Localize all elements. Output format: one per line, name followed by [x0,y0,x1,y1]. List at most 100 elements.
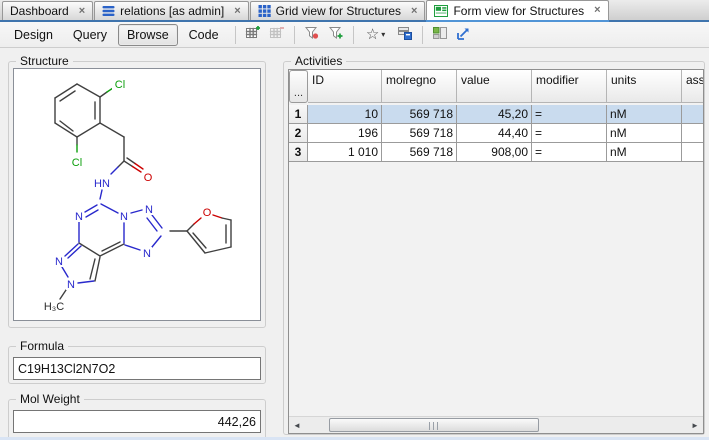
table-cell[interactable]: 569 718 [382,105,457,124]
atom-label: N [67,279,75,291]
close-icon[interactable]: × [234,6,240,17]
column-header-modifier[interactable]: modifier [532,70,607,103]
atom-label: N [55,256,63,268]
form-icon [434,5,448,17]
activities-panel-title: Activities [291,54,346,68]
row-number[interactable]: 1 [289,105,308,124]
tab-relations-as-admin-[interactable]: relations [as admin] × [94,1,249,20]
tab-grid-view-for-structures[interactable]: Grid view for Structures × [250,1,426,20]
column-header-units[interactable]: units [607,70,682,103]
toolbar-separator [235,26,236,44]
molweight-field[interactable] [13,410,261,433]
table-cell[interactable]: = [532,124,607,143]
formula-panel-title: Formula [16,339,68,353]
design-mode-button[interactable]: Design [5,24,62,46]
structure-panel: Structure [8,61,266,328]
horizontal-scrollbar[interactable]: ◄ ► [289,416,703,433]
structure-panel-title: Structure [16,54,73,68]
table-cell[interactable]: 196 [308,124,382,143]
table-cell[interactable] [682,105,703,124]
row-number[interactable]: 2 [289,124,308,143]
close-icon[interactable]: × [411,6,417,17]
scroll-left-arrow-icon[interactable]: ◄ [289,417,305,433]
table-cell[interactable]: nM [607,143,682,162]
column-header-ID[interactable]: ID [308,70,382,103]
app-window: Dashboard×relations [as admin]×Grid view… [0,0,709,440]
toolbar-separator [353,26,354,44]
scroll-right-arrow-icon[interactable]: ► [687,417,703,433]
atom-label: H₃C [44,301,64,313]
column-header-assay[interactable]: assay [682,70,703,103]
atom-label: Cl [72,157,82,169]
tab-label: Grid view for Structures [276,4,401,18]
table-row[interactable]: 110569 71845,20=nM [289,105,703,124]
atom-label: O [144,172,153,184]
tab-form-view-for-structures[interactable]: Form view for Structures × [426,0,608,20]
mode-buttons: DesignQueryBrowseCode [5,24,230,46]
table-cell[interactable] [682,124,703,143]
funnel-red-dot-icon [304,25,320,44]
browse-mode-button[interactable]: Browse [118,24,178,46]
atom-label: Cl [115,79,125,91]
views-list-button[interactable] [394,24,416,46]
tab-label: Form view for Structures [453,4,584,18]
tab-bar: Dashboard×relations [as admin]×Grid view… [0,0,709,22]
table-row[interactable]: 2196569 71844,40=nM [289,124,703,143]
tab-label: Dashboard [10,4,69,18]
table-add-icon [245,25,261,44]
atom-label: N [120,211,128,223]
activities-table: ...IDmolregnovaluemodifierunitsassay 110… [288,69,704,434]
molecule-drawing: ClClOHNNNNNNNOH₃C [14,69,260,320]
code-mode-button[interactable]: Code [180,24,228,46]
structure-canvas[interactable]: ClClOHNNNNNNNOH₃C [13,68,261,321]
atom-label: N [75,211,83,223]
table-cell[interactable]: 44,40 [457,124,532,143]
column-header-value[interactable]: value [457,70,532,103]
toolbar-separator [422,26,423,44]
row-number[interactable]: 3 [289,143,308,162]
tab-dashboard[interactable]: Dashboard × [2,1,93,20]
table-cell[interactable]: 45,20 [457,105,532,124]
column-header-molregno[interactable]: molregno [382,70,457,103]
table-cell[interactable]: nM [607,124,682,143]
table-cell[interactable]: 569 718 [382,124,457,143]
atom-label: N [143,248,151,260]
activities-panel: Activities ...IDmolregnovaluemodifieruni… [283,61,705,435]
molweight-panel-title: Mol Weight [16,392,84,406]
add-row-button[interactable] [242,24,264,46]
table-row[interactable]: 31 010569 718908,00=nM [289,143,703,162]
main-area: Structure [0,48,709,440]
toolbar-separator [294,26,295,44]
filter-remove-button[interactable] [301,24,323,46]
diagonal-arrow-icon [456,25,472,44]
scrollbar-thumb[interactable] [329,418,539,432]
toolbar: DesignQueryBrowseCode ☆ ▾ [0,22,709,48]
filter-add-button[interactable] [325,24,347,46]
relations-icon [102,5,115,17]
tab-label: relations [as admin] [120,4,224,18]
table-cell[interactable]: = [532,143,607,162]
table-cell[interactable]: 569 718 [382,143,457,162]
table-cell[interactable]: 908,00 [457,143,532,162]
table-cell[interactable]: 10 [308,105,382,124]
close-icon[interactable]: × [594,5,600,16]
molweight-panel: Mol Weight [8,399,266,440]
remove-row-button[interactable] [266,24,288,46]
close-icon[interactable]: × [79,6,85,17]
atom-label: N [145,204,153,216]
grid-icon [258,5,271,17]
activities-table-header: ...IDmolregnovaluemodifierunitsassay [289,70,703,103]
query-mode-button[interactable]: Query [64,24,116,46]
layout-icon [432,25,448,44]
table-cell[interactable]: = [532,105,607,124]
table-cell[interactable]: nM [607,105,682,124]
views-list-icon [397,25,413,44]
table-cell[interactable]: 1 010 [308,143,382,162]
table-cell[interactable] [682,143,703,162]
star-icon: ☆ [366,27,379,42]
fit-window-button[interactable] [453,24,475,46]
table-corner-button[interactable]: ... [289,70,308,103]
layout-button[interactable] [429,24,451,46]
favorites-button[interactable]: ☆ ▾ [360,24,392,46]
formula-field[interactable] [13,357,261,380]
